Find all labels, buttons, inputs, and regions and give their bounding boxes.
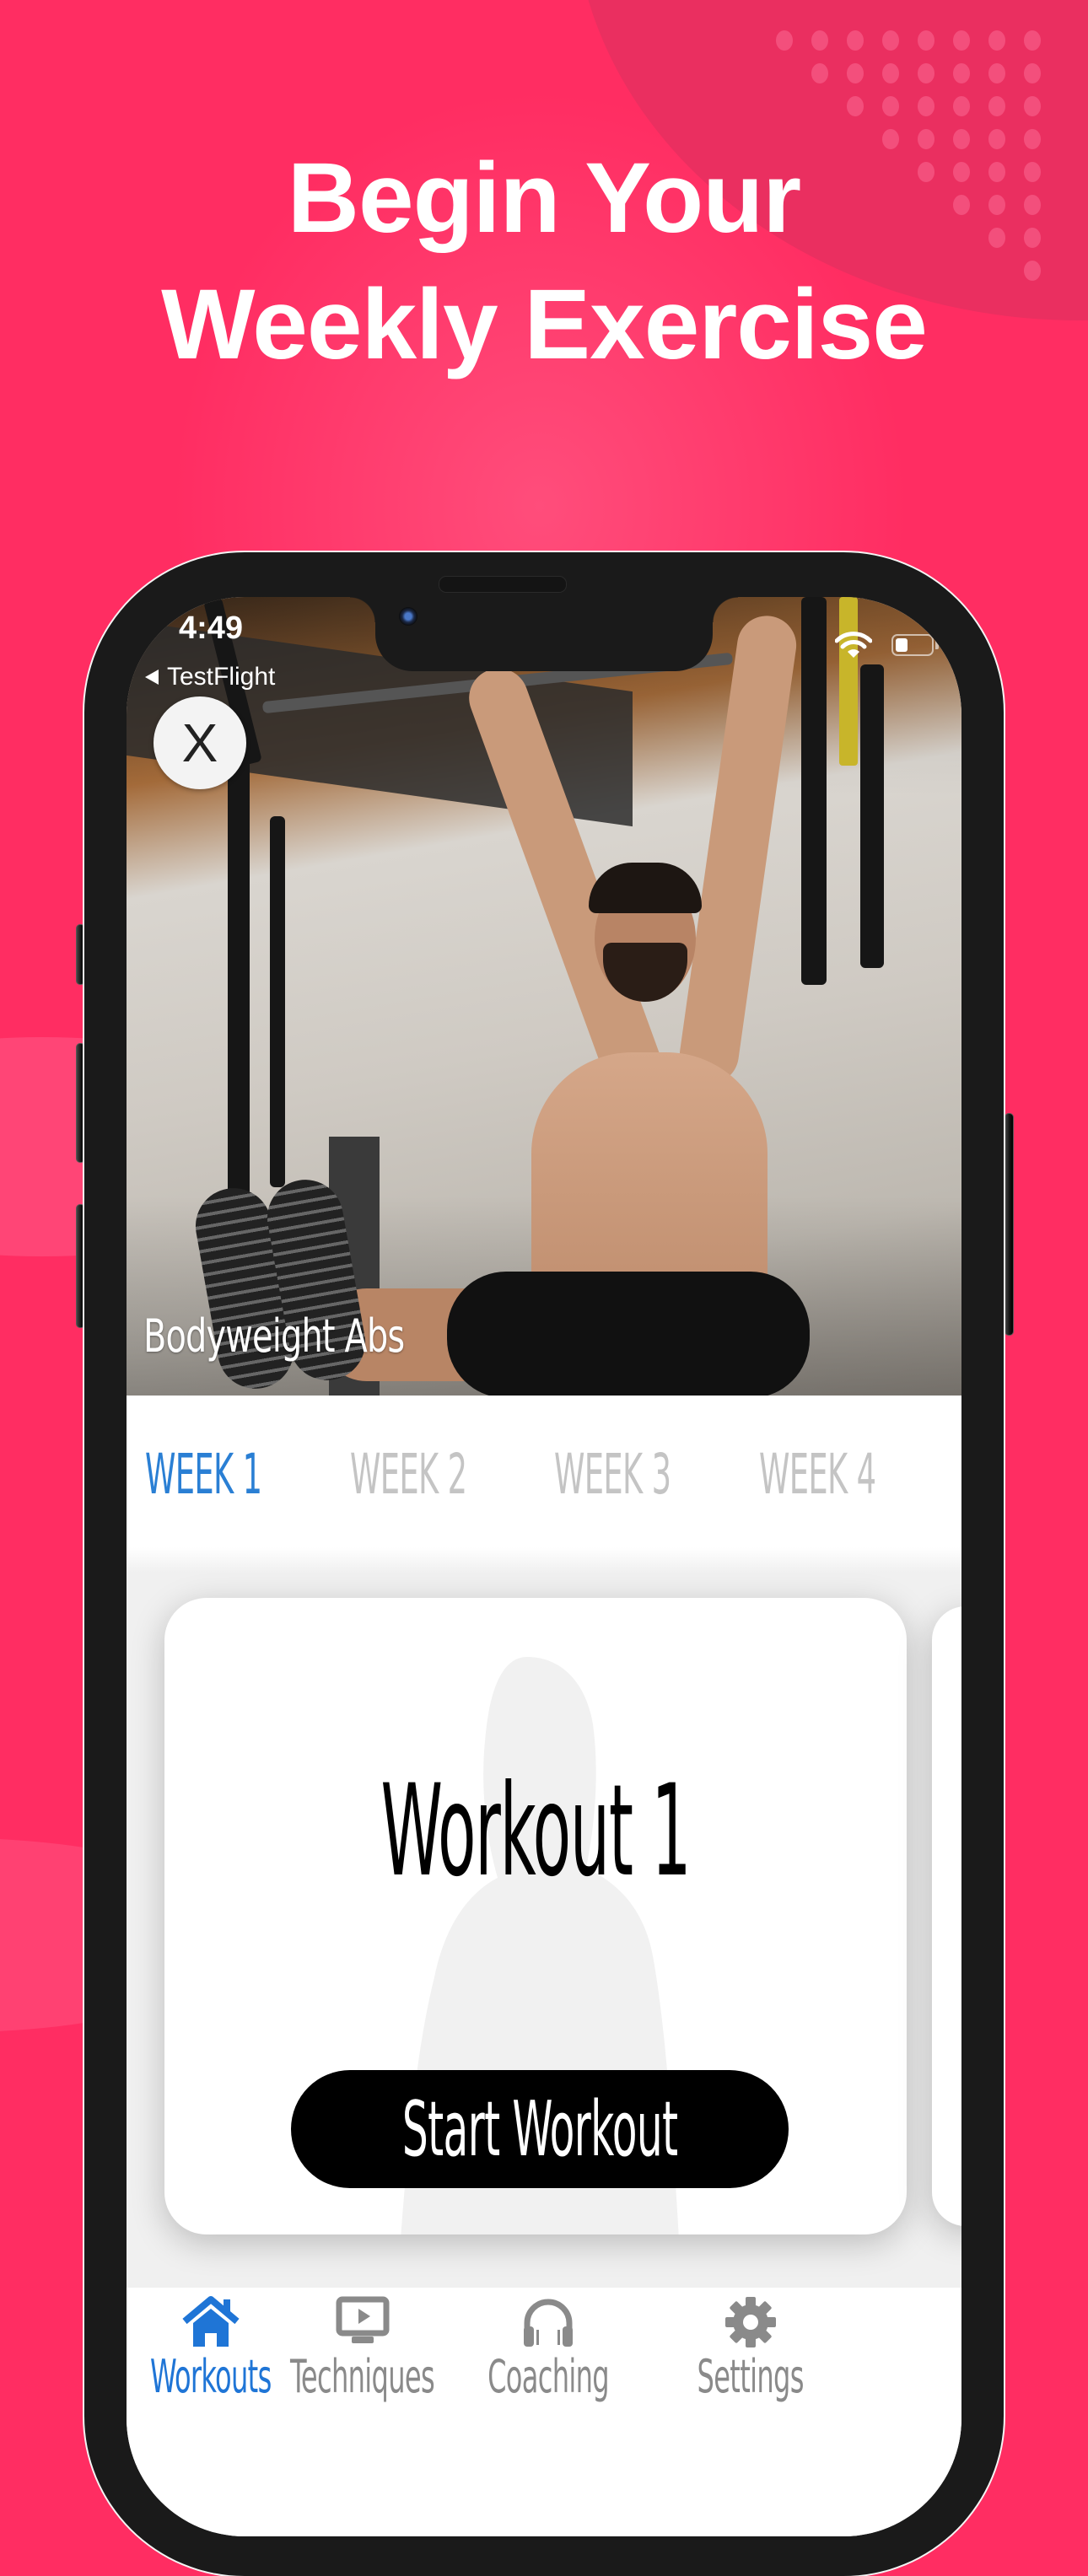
decorative-dot	[776, 30, 793, 51]
start-workout-button[interactable]: Start Workout	[291, 2070, 789, 2188]
tab-label: Workouts	[150, 2350, 272, 2403]
tab-label: Coaching	[487, 2350, 610, 2403]
phone-notch	[350, 597, 738, 671]
decorative-dot	[1024, 30, 1041, 51]
decorative-dot	[847, 30, 864, 51]
status-time: 4:49	[179, 610, 244, 646]
photo-strap	[270, 816, 285, 1187]
wifi-icon	[835, 632, 872, 658]
app-screen: 4:49 TestFlight X Bodyweight Abs WEEK 1 …	[127, 597, 961, 2536]
tab-week-2[interactable]: WEEK 2	[350, 1442, 467, 1507]
workout-carousel[interactable]: Workout 1 Start Workout	[127, 1547, 961, 2306]
decorative-dot	[1024, 63, 1041, 83]
back-app-label: TestFlight	[167, 663, 276, 691]
decorative-dot	[811, 30, 828, 51]
bottom-tab-bar: Workouts Techniques Coaching Settings	[127, 2288, 961, 2536]
tab-settings[interactable]: Settings	[666, 2296, 835, 2414]
decorative-dot	[811, 63, 828, 83]
back-arrow-icon	[145, 670, 159, 685]
phone-power-button	[1005, 1113, 1014, 1336]
photo-strap	[860, 664, 884, 968]
tab-coaching[interactable]: Coaching	[464, 2296, 633, 2414]
battery-cap	[935, 641, 939, 649]
decorative-dot	[953, 30, 970, 51]
workout-card[interactable]: Workout 1 Start Workout	[164, 1598, 907, 2235]
decorative-dot	[847, 63, 864, 83]
decorative-dot	[882, 63, 899, 83]
week-tabs: WEEK 1 WEEK 2 WEEK 3 WEEK 4	[127, 1396, 961, 1547]
gear-icon	[725, 2297, 776, 2347]
decorative-dot	[918, 63, 934, 83]
decorative-dot	[988, 96, 1005, 116]
back-to-testflight-link[interactable]: TestFlight	[145, 663, 275, 691]
tab-week-1[interactable]: WEEK 1	[145, 1442, 262, 1507]
next-workout-card[interactable]	[932, 1606, 961, 2226]
tab-label: Settings	[697, 2350, 805, 2403]
program-title: Bodyweight Abs	[143, 1310, 405, 1363]
workout-title: Workout 1	[380, 1758, 692, 1905]
hero-image: 4:49 TestFlight X Bodyweight Abs	[127, 597, 961, 1396]
photo-shorts	[447, 1272, 810, 1396]
decorative-dot	[918, 30, 934, 51]
photo-strap-yellow	[839, 597, 858, 766]
start-workout-label: Start Workout	[401, 2084, 678, 2174]
tab-label: Techniques	[290, 2350, 436, 2403]
front-camera	[399, 607, 417, 626]
headline-line-1: Begin Your	[287, 143, 801, 254]
decorative-dot	[882, 96, 899, 116]
decorative-dot	[1024, 96, 1041, 116]
phone-frame: 4:49 TestFlight X Bodyweight Abs WEEK 1 …	[84, 552, 1004, 2576]
decorative-dot	[882, 30, 899, 51]
decorative-dot	[953, 96, 970, 116]
tab-week-4[interactable]: WEEK 4	[759, 1442, 876, 1507]
home-icon	[182, 2296, 240, 2347]
photo-strap	[228, 757, 250, 1196]
photo-strap	[801, 597, 827, 985]
decorative-dot	[988, 30, 1005, 51]
close-button[interactable]: X	[154, 696, 246, 789]
photo-arm	[676, 611, 800, 1089]
battery-low-icon	[891, 634, 934, 656]
tab-workouts[interactable]: Workouts	[127, 2296, 295, 2414]
tab-techniques[interactable]: Techniques	[278, 2296, 447, 2414]
decorative-dot	[918, 96, 934, 116]
decorative-dot	[953, 63, 970, 83]
earpiece-speaker	[439, 576, 567, 593]
video-screen-icon	[336, 2296, 390, 2343]
tab-week-3[interactable]: WEEK 3	[554, 1442, 671, 1507]
decorative-dot	[847, 96, 864, 116]
headphones-icon	[524, 2299, 573, 2347]
decorative-dot	[988, 63, 1005, 83]
headline-line-2: Weekly Exercise	[161, 269, 928, 380]
photo-hair	[589, 863, 702, 913]
promo-headline: Begin Your Weekly Exercise	[0, 135, 1088, 388]
